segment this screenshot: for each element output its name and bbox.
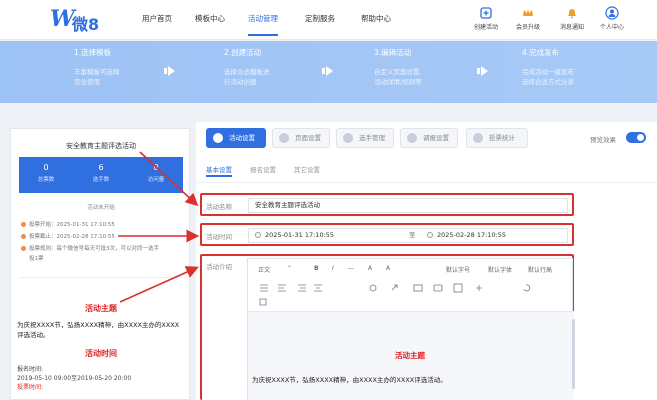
annotation-arrows bbox=[118, 151, 200, 303]
arrow-to-name-field bbox=[139, 151, 199, 207]
arrow-to-intro-field bbox=[119, 266, 199, 303]
